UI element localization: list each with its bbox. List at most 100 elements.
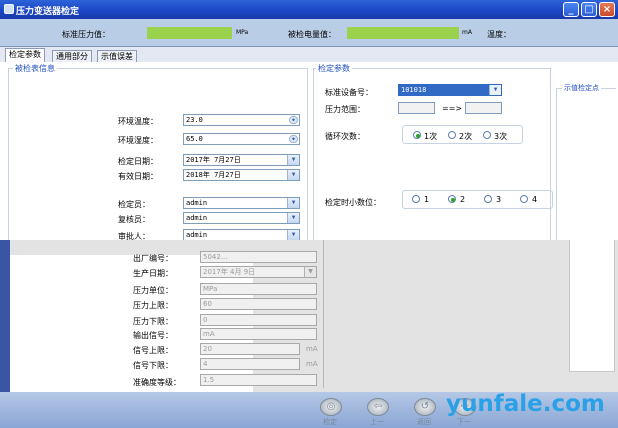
prod-date-value: 2017年 4月 9日 [203, 268, 256, 276]
env-humidity-input[interactable]: 65.0 ◆ [183, 133, 300, 145]
verifier-select[interactable]: admin ▼ [183, 197, 300, 209]
decimals-radio-2[interactable] [448, 195, 456, 203]
std-pressure-label: 标准压力值： [62, 30, 110, 39]
env-temp-spinner[interactable]: ◆ [289, 116, 298, 124]
indication-points-group [556, 88, 616, 240]
maximize-button[interactable]: □ [581, 2, 597, 17]
pressure-lower-label: 压力下限： [133, 317, 173, 326]
decimals-radio-3[interactable] [484, 195, 492, 203]
tab-strip [0, 47, 618, 62]
decimals-option-4-label: 4 [532, 195, 538, 204]
range-label: 压力范围： [325, 105, 365, 114]
verify-date-dropdown-icon[interactable]: ▼ [287, 155, 299, 165]
env-humidity-spinner[interactable]: ◆ [289, 135, 298, 143]
accuracy-input[interactable]: 1.5 [200, 374, 317, 386]
return-icon[interactable]: ↺ [414, 398, 436, 416]
decimals-option-3-label: 3 [496, 195, 502, 204]
measured-value-label: 被检电量值： [288, 30, 336, 39]
pressure-upper-label: 压力上限： [133, 301, 173, 310]
verifier-label: 检定员： [118, 200, 150, 209]
valid-date-dropdown-icon[interactable]: ▼ [287, 170, 299, 180]
signal-lower-unit: mA [306, 360, 318, 368]
range-min-input[interactable] [398, 102, 435, 114]
serial-input[interactable]: 5042... [200, 251, 317, 263]
cycles-option-3-label: 3次 [494, 132, 508, 141]
checker-select[interactable]: admin ▼ [183, 212, 300, 224]
cycles-label: 循环次数： [325, 132, 365, 141]
approver-dropdown-icon[interactable]: ▼ [287, 230, 299, 240]
cycles-option-1-label: 1次 [424, 132, 438, 141]
lower-divider [323, 240, 324, 388]
verifier-value: admin [186, 199, 208, 207]
indication-points-list[interactable] [569, 240, 615, 372]
signal-lower-label: 信号下限： [133, 361, 173, 370]
temperature-label: 温度： [487, 30, 511, 39]
serial-label: 出厂编号： [133, 254, 173, 263]
signal-upper-label: 信号上限： [133, 346, 173, 355]
verify-date-label: 检定日期： [118, 157, 158, 166]
signal-lower-input[interactable]: 4 [200, 358, 300, 370]
tab-common[interactable]: 通用部分 [52, 50, 92, 62]
pressure-unit-field-label: 压力单位： [133, 286, 173, 295]
cycles-option-2-label: 2次 [459, 132, 473, 141]
std-device-dropdown-icon[interactable]: ▼ [489, 85, 501, 95]
decimals-label: 检定时小数位： [325, 198, 381, 207]
pressure-upper-input[interactable]: 60 [200, 298, 317, 310]
range-arrow: ==> [442, 104, 463, 113]
signal-upper-unit: mA [306, 345, 318, 353]
close-button[interactable]: × [599, 2, 615, 17]
cycles-radio-2[interactable] [448, 131, 456, 139]
std-device-label: 标准设备号： [325, 88, 373, 97]
device-info-title: 被检表信息 [13, 63, 57, 74]
verify-date-value: 2017年 7月27日 [186, 156, 241, 164]
output-signal-input[interactable]: mA [200, 328, 317, 340]
prod-date-picker[interactable]: 2017年 4月 9日 ▼ [200, 266, 317, 278]
valid-date-value: 2018年 7月27日 [186, 171, 241, 179]
std-device-select[interactable]: 101018 ▼ [398, 84, 502, 96]
decimals-radio-4[interactable] [520, 195, 528, 203]
env-temp-input[interactable]: 23.0 ◆ [183, 114, 300, 126]
pressure-unit-label: MPa [236, 29, 249, 36]
indication-points-title: 示值检定点 [562, 83, 601, 93]
current-unit-label: mA [462, 29, 472, 36]
prod-date-label: 生产日期： [133, 269, 173, 278]
cycles-radio-1[interactable] [413, 131, 421, 139]
prod-date-dropdown-icon[interactable]: ▼ [304, 267, 316, 277]
verify-date-picker[interactable]: 2017年 7月27日 ▼ [183, 154, 300, 166]
watermark-text: yunfale.com [446, 391, 605, 417]
checker-dropdown-icon[interactable]: ▼ [287, 213, 299, 223]
env-temp-label: 环境温度： [118, 117, 158, 126]
target-icon[interactable]: ◎ [320, 398, 342, 416]
decimals-option-2-label: 2 [460, 195, 466, 204]
measured-value-display [347, 27, 459, 39]
return-button-label: 返回 [417, 418, 431, 426]
app-icon [4, 4, 14, 14]
valid-date-picker[interactable]: 2018年 7月27日 ▼ [183, 169, 300, 181]
valid-date-label: 有效日期： [118, 172, 158, 181]
pressure-lower-input[interactable]: 0 [200, 314, 317, 326]
env-temp-value: 23.0 [186, 116, 203, 124]
decimals-option-1-label: 1 [424, 195, 430, 204]
tab-verify-params[interactable]: 检定参数 [5, 48, 45, 62]
accuracy-label: 准确度等级： [133, 378, 181, 387]
pressure-unit-input[interactable]: MPa [200, 283, 317, 295]
decimals-radio-1[interactable] [412, 195, 420, 203]
signal-upper-input[interactable]: 20 [200, 343, 300, 355]
back-arrow-icon[interactable]: ⇦ [367, 398, 389, 416]
std-pressure-display [147, 27, 232, 39]
verify-button-label: 检定 [323, 418, 337, 426]
prev-button-label: 上一 [370, 418, 384, 426]
approver-value: admin [186, 231, 208, 239]
env-humidity-value: 65.0 [186, 135, 203, 143]
verifier-dropdown-icon[interactable]: ▼ [287, 198, 299, 208]
tab-indication-error[interactable]: 示值误差 [97, 50, 137, 62]
checker-label: 复核员： [118, 215, 150, 224]
range-max-input[interactable] [465, 102, 502, 114]
title-bar [0, 0, 618, 19]
minimize-button[interactable]: _ [563, 2, 579, 17]
next-button-label: 下一 [457, 418, 471, 426]
env-humidity-label: 环境湿度： [118, 136, 158, 145]
cycles-radio-3[interactable] [483, 131, 491, 139]
output-signal-label: 输出信号： [133, 331, 173, 340]
std-device-value: 101018 [401, 86, 427, 94]
